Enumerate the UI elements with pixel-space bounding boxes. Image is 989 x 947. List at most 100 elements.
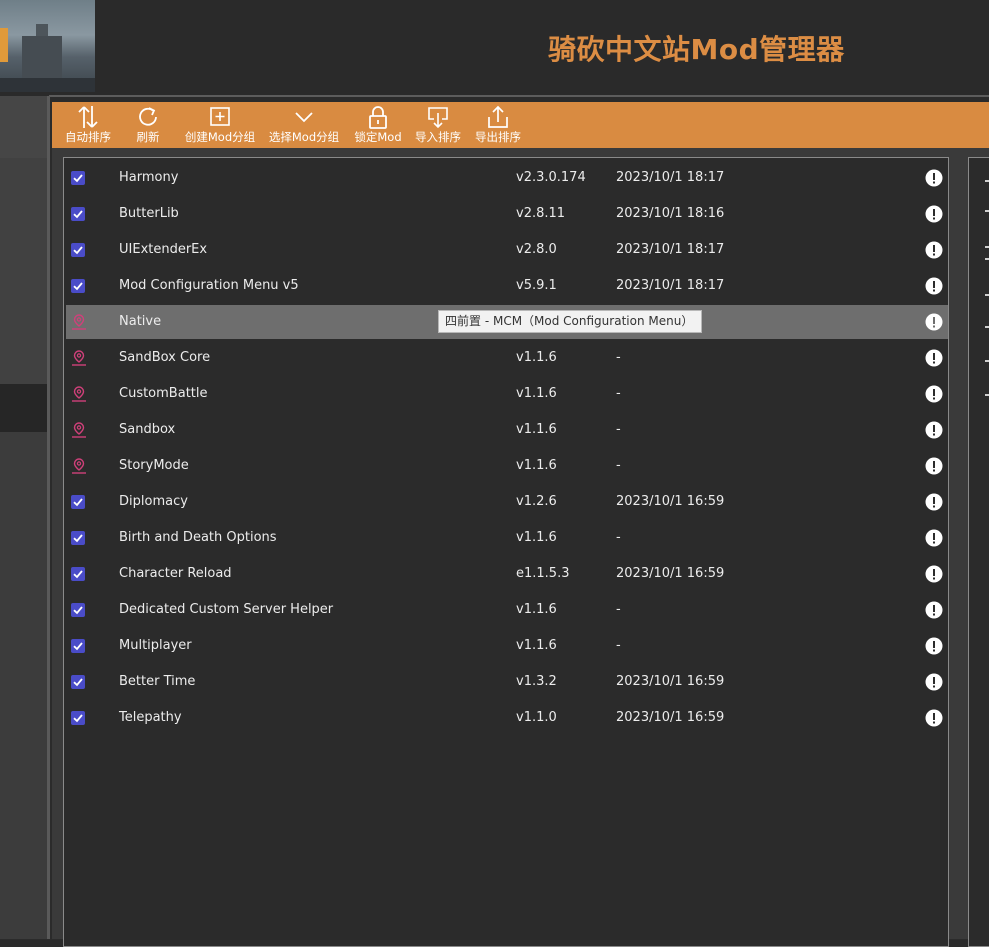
- auto-sort-button[interactable]: 自动排序: [62, 102, 114, 148]
- pin-icon[interactable]: [70, 385, 88, 403]
- checkmark-icon: [73, 174, 83, 183]
- enabled-checkbox[interactable]: [71, 675, 85, 689]
- enabled-checkbox[interactable]: [71, 243, 85, 257]
- info-icon[interactable]: [925, 349, 943, 367]
- enabled-checkbox[interactable]: [71, 207, 85, 221]
- info-icon[interactable]: [925, 205, 943, 223]
- mod-version: e1.1.5.3: [516, 566, 570, 581]
- enabled-checkbox[interactable]: [71, 603, 85, 617]
- info-icon[interactable]: [925, 241, 943, 259]
- details-panel: [968, 157, 989, 947]
- game-banner-image: [0, 0, 95, 92]
- mod-version: v1.2.6: [516, 494, 557, 509]
- mod-name: Birth and Death Options: [119, 530, 277, 545]
- checkmark-icon: [73, 642, 83, 651]
- import-order-button[interactable]: 导入排序: [412, 102, 464, 148]
- mod-row-character-reload[interactable]: Character Reload e1.1.5.3 2023/10/1 16:5…: [66, 557, 948, 591]
- info-icon[interactable]: [925, 313, 943, 331]
- mod-version: v1.1.6: [516, 458, 557, 473]
- mod-row-birth-death[interactable]: Birth and Death Options v1.1.6 -: [66, 521, 948, 555]
- mod-version: v1.1.6: [516, 602, 557, 617]
- info-icon[interactable]: [925, 457, 943, 475]
- lock-mod-button[interactable]: 锁定Mod: [350, 102, 406, 148]
- mod-version: v1.1.0: [516, 710, 557, 725]
- mod-version: v1.1.6: [516, 422, 557, 437]
- export-order-button[interactable]: 导出排序: [472, 102, 524, 148]
- mod-version: v1.1.6: [516, 638, 557, 653]
- sidebar-splitter[interactable]: [47, 96, 50, 939]
- mod-date: 2023/10/1 18:17: [616, 242, 725, 257]
- mod-name: Sandbox: [119, 422, 176, 437]
- checkmark-icon: [73, 246, 83, 255]
- mod-date: -: [616, 638, 621, 653]
- refresh-button[interactable]: 刷新: [126, 102, 170, 148]
- info-icon[interactable]: [925, 493, 943, 511]
- sort-arrows-icon: [78, 106, 98, 128]
- lock-mod-label: 锁定Mod: [354, 130, 402, 144]
- mod-date: 2023/10/1 16:59: [616, 674, 725, 689]
- mod-date: 2023/10/1 16:59: [616, 494, 725, 509]
- export-order-label: 导出排序: [475, 130, 521, 144]
- mod-version: v1.3.2: [516, 674, 557, 689]
- mod-name: ButterLib: [119, 206, 179, 221]
- mod-version: v2.8.11: [516, 206, 566, 221]
- mod-date: -: [616, 350, 621, 365]
- mod-date: 2023/10/1 18:17: [616, 170, 725, 185]
- mod-row-dedicated-server[interactable]: Dedicated Custom Server Helper v1.1.6 -: [66, 593, 948, 627]
- mod-version: v5.9.1: [516, 278, 557, 293]
- mod-row-harmony[interactable]: Harmony v2.3.0.174 2023/10/1 18:17: [66, 161, 948, 195]
- mod-date: -: [616, 422, 621, 437]
- pin-icon[interactable]: [70, 457, 88, 475]
- enabled-checkbox[interactable]: [71, 639, 85, 653]
- mod-name: Diplomacy: [119, 494, 188, 509]
- pin-icon[interactable]: [70, 313, 88, 331]
- pin-icon[interactable]: [70, 421, 88, 439]
- checkmark-icon: [73, 606, 83, 615]
- info-icon[interactable]: [925, 277, 943, 295]
- mod-name: SandBox Core: [119, 350, 211, 365]
- checkmark-icon: [73, 210, 83, 219]
- mod-date: 2023/10/1 16:59: [616, 710, 725, 725]
- enabled-checkbox[interactable]: [71, 531, 85, 545]
- dependency-tooltip: 四前置 - MCM（Mod Configuration Menu）: [438, 310, 702, 333]
- mod-name: Dedicated Custom Server Helper: [119, 602, 334, 617]
- enabled-checkbox[interactable]: [71, 171, 85, 185]
- enabled-checkbox[interactable]: [71, 711, 85, 725]
- mod-name: Multiplayer: [119, 638, 192, 653]
- info-icon[interactable]: [925, 385, 943, 403]
- checkmark-icon: [73, 714, 83, 723]
- info-icon[interactable]: [925, 169, 943, 187]
- app-title: 骑砍中文站Mod管理器: [548, 33, 845, 66]
- export-icon: [488, 105, 508, 128]
- enabled-checkbox[interactable]: [71, 279, 85, 293]
- enabled-checkbox[interactable]: [71, 495, 85, 509]
- mod-row-storymode[interactable]: StoryMode v1.1.6 -: [66, 449, 948, 483]
- info-icon[interactable]: [925, 637, 943, 655]
- mod-row-sandbox-core[interactable]: SandBox Core v1.1.6 -: [66, 341, 948, 375]
- info-icon[interactable]: [925, 529, 943, 547]
- create-group-button[interactable]: 创建Mod分组: [182, 102, 258, 148]
- checkmark-icon: [73, 282, 83, 291]
- mod-date: 2023/10/1 18:16: [616, 206, 725, 221]
- info-icon[interactable]: [925, 421, 943, 439]
- mod-row-mcm[interactable]: Mod Configuration Menu v5 v5.9.1 2023/10…: [66, 269, 948, 303]
- info-icon[interactable]: [925, 565, 943, 583]
- pin-icon[interactable]: [70, 349, 88, 367]
- info-icon[interactable]: [925, 673, 943, 691]
- mod-date: -: [616, 602, 621, 617]
- mod-row-telepathy[interactable]: Telepathy v1.1.0 2023/10/1 16:59: [66, 701, 948, 735]
- left-sidebar: [0, 96, 49, 939]
- mod-row-multiplayer[interactable]: Multiplayer v1.1.6 -: [66, 629, 948, 663]
- select-group-button[interactable]: 选择Mod分组: [266, 102, 342, 148]
- mod-row-sandbox[interactable]: Sandbox v1.1.6 -: [66, 413, 948, 447]
- mod-row-custombattle[interactable]: CustomBattle v1.1.6 -: [66, 377, 948, 411]
- mod-row-better-time[interactable]: Better Time v1.3.2 2023/10/1 16:59: [66, 665, 948, 699]
- mod-row-butterlib[interactable]: ButterLib v2.8.11 2023/10/1 18:16: [66, 197, 948, 231]
- checkmark-icon: [73, 498, 83, 507]
- enabled-checkbox[interactable]: [71, 567, 85, 581]
- mod-row-diplomacy[interactable]: Diplomacy v1.2.6 2023/10/1 16:59: [66, 485, 948, 519]
- info-icon[interactable]: [925, 709, 943, 727]
- mod-name: StoryMode: [119, 458, 189, 473]
- mod-row-uiextenderex[interactable]: UIExtenderEx v2.8.0 2023/10/1 18:17: [66, 233, 948, 267]
- info-icon[interactable]: [925, 601, 943, 619]
